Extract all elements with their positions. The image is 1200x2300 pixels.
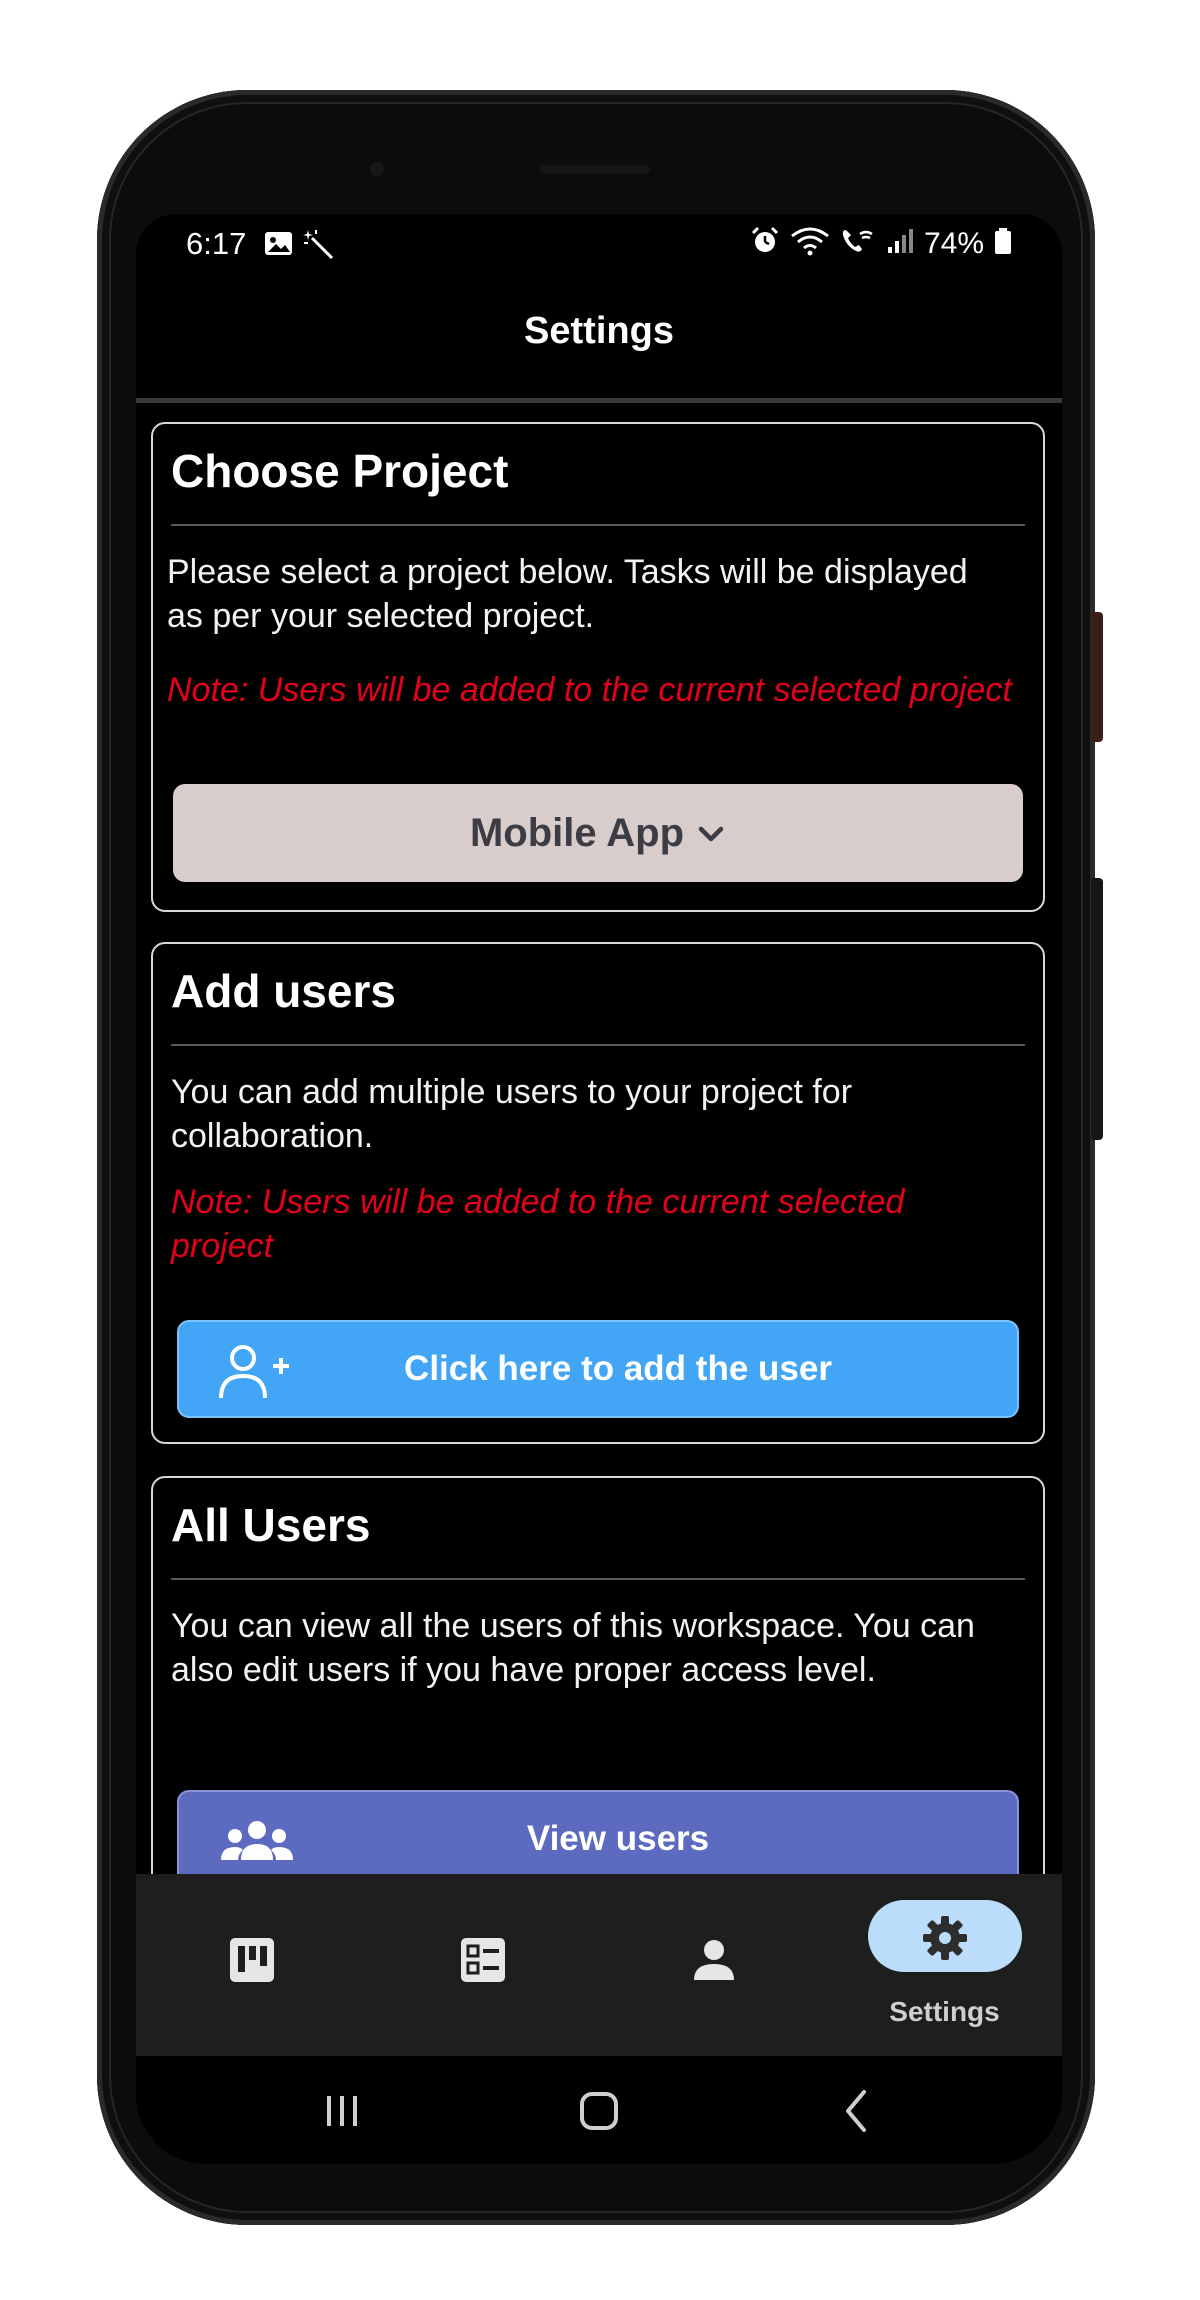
divider <box>171 524 1025 526</box>
card-description: You can view all the users of this works… <box>171 1607 975 1689</box>
magic-wand-icon <box>302 228 336 265</box>
profile-icon <box>690 1936 738 1984</box>
active-indicator <box>867 1900 1022 1972</box>
wifi-icon <box>790 226 830 261</box>
screen: 6:17 74% Settings Choose Project Please … <box>136 214 1062 2164</box>
all-users-card: All Users You can view all the users of … <box>151 1476 1045 1916</box>
signal-icon <box>886 227 914 260</box>
battery-icon <box>994 227 1012 260</box>
chevron-down-icon <box>696 811 726 856</box>
alarm-icon <box>750 226 780 261</box>
back-icon[interactable] <box>826 2086 886 2136</box>
divider <box>171 1578 1025 1580</box>
power-button <box>1091 612 1103 742</box>
nav-item-profile[interactable] <box>598 1874 829 2056</box>
group-icon <box>217 1814 297 1870</box>
choose-project-card: Choose Project Please select a project b… <box>151 422 1045 912</box>
bottom-navigation: Settings <box>136 1874 1062 2056</box>
board-icon <box>228 1936 276 1984</box>
recent-apps-icon[interactable] <box>312 2086 372 2136</box>
system-navigation-bar <box>136 2056 1062 2164</box>
page-title: Settings <box>524 310 674 352</box>
nav-item-board[interactable] <box>136 1874 367 2056</box>
task-list-icon <box>459 1936 507 1984</box>
add-user-button[interactable]: Click here to add the user <box>177 1320 1019 1418</box>
add-user-button-label: Click here to add the user <box>404 1349 832 1388</box>
card-description: You can add multiple users to your proje… <box>171 1073 853 1155</box>
card-note: Note: Users will be added to the current… <box>167 671 1012 709</box>
status-bar: 6:17 74% <box>136 214 1062 274</box>
nav-label-settings: Settings <box>889 1996 1000 2027</box>
card-title: Choose Project <box>171 445 509 497</box>
nav-item-tasks[interactable] <box>367 1874 598 2056</box>
earpiece-speaker <box>540 165 650 173</box>
card-note: Note: Users will be added to the current… <box>171 1183 905 1265</box>
card-title: Add users <box>171 965 396 1017</box>
home-icon[interactable] <box>569 2086 629 2136</box>
image-icon <box>264 230 294 263</box>
project-dropdown[interactable]: Mobile App <box>173 784 1023 882</box>
card-description: Please select a project below. Tasks wil… <box>167 553 968 635</box>
wifi-calling-icon <box>840 226 876 261</box>
view-users-button-label: View users <box>526 1819 710 1858</box>
front-camera <box>370 162 384 176</box>
divider <box>171 1044 1025 1046</box>
add-users-card: Add users You can add multiple users to … <box>151 942 1045 1444</box>
volume-button <box>1091 878 1103 1140</box>
app-bar: Settings <box>136 274 1062 403</box>
battery-percent: 74% <box>923 226 984 260</box>
person-add-icon <box>217 1344 297 1400</box>
card-title: All Users <box>171 1499 371 1551</box>
nav-item-settings[interactable]: Settings <box>829 1874 1060 2056</box>
dropdown-selected-value: Mobile App <box>469 810 685 855</box>
status-time: 6:17 <box>186 226 247 261</box>
